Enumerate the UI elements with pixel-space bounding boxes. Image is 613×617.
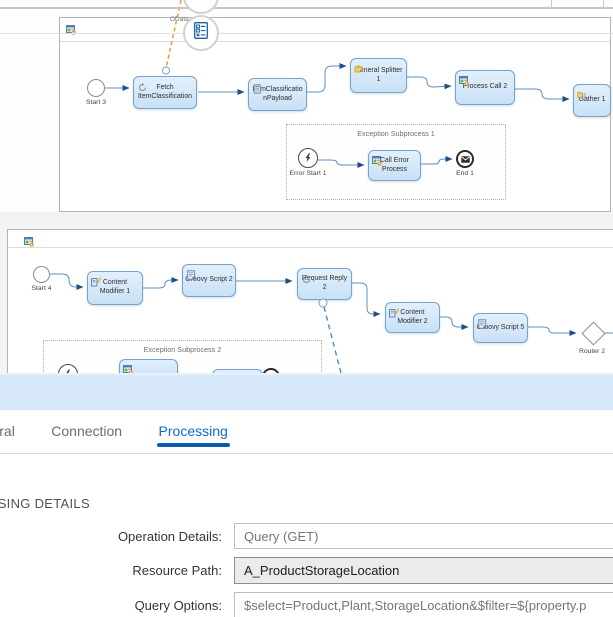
event-start-3[interactable]: [87, 79, 105, 97]
node-groovy-script-5[interactable]: Groovy Script 5: [473, 313, 528, 343]
operation-details-row: Operation Details:: [0, 523, 613, 549]
receiver-bottom-border: [0, 7, 613, 9]
payload-icon: [252, 81, 262, 91]
section-title: PROCESSING DETAILS: [0, 496, 90, 511]
operation-details-input: [234, 523, 613, 549]
node-groovy-script-2[interactable]: Groovy Script 2: [182, 264, 236, 297]
sap-cpi-editor: OData: [0, 0, 613, 617]
receiver-edge-tick: [551, 0, 552, 8]
query-options-input: [234, 592, 613, 617]
enricher-icon: [137, 79, 147, 89]
script-icon: [477, 316, 487, 326]
iflow-canvas[interactable]: OData: [0, 0, 613, 373]
event-label: Start 3: [66, 99, 126, 106]
subprocess-title: Exception Subprocess 2: [144, 345, 222, 354]
process-icon: [66, 22, 77, 33]
splitter-icon: [354, 61, 364, 71]
subprocess-title: Exception Subprocess 1: [357, 129, 435, 138]
node-content-modifier-1[interactable]: Content Modifier 1: [87, 271, 143, 305]
event-label: Start 4: [12, 285, 72, 292]
pool-header-separator: [8, 247, 613, 248]
node-itemclassification-payload[interactable]: ItemClassificationPayload: [248, 78, 307, 111]
operation-details-label: Operation Details:: [0, 529, 222, 544]
node-subprocess-2-task-a[interactable]: [119, 359, 178, 373]
content-modifier-icon: [389, 305, 399, 315]
process-icon: [372, 153, 382, 163]
event-start-4[interactable]: [33, 266, 50, 283]
gateway-label: Router 2: [562, 348, 613, 355]
node-content-modifier-2[interactable]: Content Modifier 2: [385, 302, 440, 333]
node-general-splitter-1[interactable]: General Splitter 1: [350, 58, 407, 93]
node-call-error-process[interactable]: Call Error Process: [368, 150, 421, 181]
process-icon: [459, 73, 469, 83]
odata-adapter-badge[interactable]: [183, 15, 219, 51]
node-process-call-2[interactable]: Process Call 2: [455, 70, 515, 105]
event-label: End 1: [435, 170, 495, 177]
content-modifier-icon: [91, 274, 101, 284]
event-error-start-1[interactable]: [298, 148, 318, 168]
enricher-icon: [301, 271, 311, 281]
panel-titlebar: [0, 375, 613, 410]
resource-path-row: Resource Path:: [0, 557, 613, 584]
exception-subprocess-2[interactable]: Exception Subprocess 2: [43, 340, 322, 373]
properties-panel: General Connection Processing PROCESSING…: [0, 373, 613, 617]
process-icon: [24, 234, 35, 245]
tab-processing[interactable]: Processing: [159, 410, 228, 451]
tab-general[interactable]: General: [0, 410, 15, 451]
receiver-edge-tick: [603, 0, 604, 8]
lightning-icon: [304, 153, 312, 163]
receiver-shadow-line: [0, 33, 613, 34]
node-gather-1[interactable]: Gather 1: [573, 84, 611, 117]
query-options-row: Query Options:: [0, 592, 613, 617]
process-icon: [123, 362, 133, 372]
gather-icon: [577, 87, 587, 97]
node-fetch-itemclassification[interactable]: Fetch ItemClassification: [133, 76, 197, 109]
script-icon: [186, 267, 196, 277]
event-end-1[interactable]: [456, 150, 474, 168]
event-label: Error Start 1: [278, 170, 338, 177]
pool-header-separator: [60, 41, 610, 42]
tab-connection[interactable]: Connection: [51, 410, 122, 451]
resource-path-input[interactable]: [234, 557, 613, 584]
checklist-icon: [194, 22, 208, 44]
resource-path-label: Resource Path:: [0, 563, 222, 578]
query-options-label: Query Options:: [0, 598, 222, 613]
tab-bar: General Connection Processing: [0, 410, 613, 454]
node-request-reply-2[interactable]: Request Reply 2: [297, 268, 352, 300]
